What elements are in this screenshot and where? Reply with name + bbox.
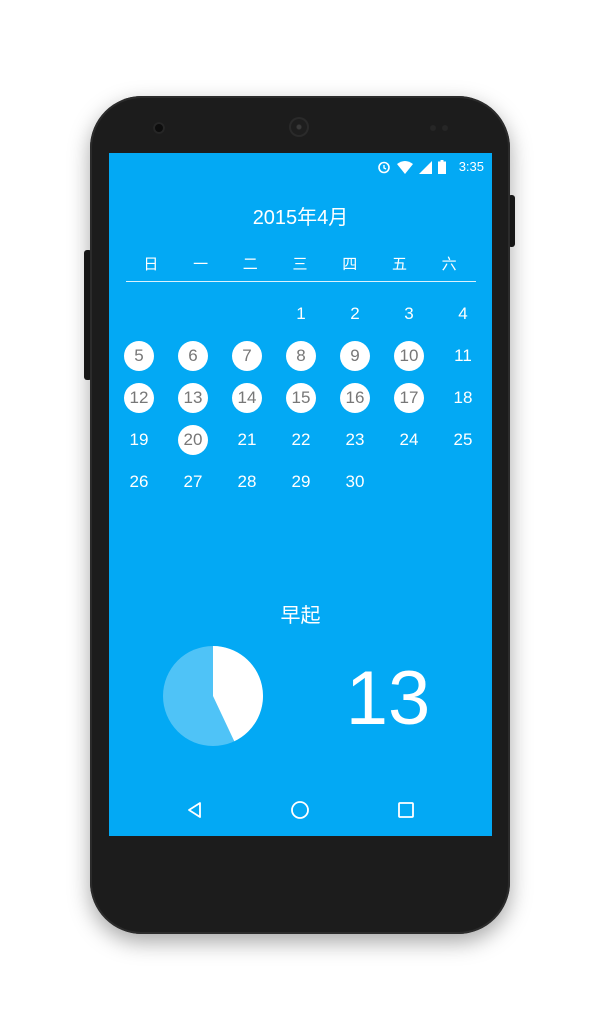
calendar-day[interactable]: 12 <box>112 377 166 419</box>
calendar-day-marked: 20 <box>178 425 208 455</box>
app-screen: 3:35 2015年4月 日 一 二 三 四 五 六 1 2 3 4 5 6 7 8 9 10 11… <box>109 153 492 836</box>
calendar-day-marked: 12 <box>124 383 154 413</box>
calendar-day-number: 22 <box>291 430 311 449</box>
calendar-day[interactable]: 6 <box>166 335 220 377</box>
calendar-grid: 1 2 3 4 5 6 7 8 9 10 11 12 13 14 15 16 17 18 19 20 21 22 23 24 2… <box>112 293 490 503</box>
calendar-day[interactable]: 16 <box>328 377 382 419</box>
calendar-day[interactable]: 29 <box>274 461 328 503</box>
recents-icon[interactable] <box>393 798 419 822</box>
calendar-day-marked: 14 <box>232 383 262 413</box>
calendar-day-number: 2 <box>350 304 360 323</box>
calendar-day[interactable]: 11 <box>436 335 490 377</box>
home-icon[interactable] <box>287 798 313 822</box>
calendar-day[interactable]: 23 <box>328 419 382 461</box>
calendar-day[interactable]: 22 <box>274 419 328 461</box>
calendar-day-marked: 8 <box>286 341 316 371</box>
back-icon[interactable] <box>182 798 208 822</box>
calendar-empty-cell <box>166 293 220 335</box>
calendar-day[interactable]: 15 <box>274 377 328 419</box>
stat-title: 早起 <box>280 603 321 627</box>
stat-count: 13 <box>345 656 431 741</box>
calendar-day[interactable]: 1 <box>274 293 328 335</box>
calendar-day-number: 23 <box>345 430 365 449</box>
calendar-empty-cell <box>112 293 166 335</box>
alarm-icon <box>377 160 391 174</box>
front-camera <box>153 122 165 134</box>
weekday-wed: 三 <box>292 255 308 273</box>
weekday-sat: 六 <box>441 255 457 273</box>
calendar-day[interactable]: 10 <box>382 335 436 377</box>
weekday-divider <box>126 281 476 282</box>
calendar-day[interactable]: 20 <box>166 419 220 461</box>
calendar-day-number: 1 <box>296 304 306 323</box>
calendar-day[interactable]: 19 <box>112 419 166 461</box>
calendar-day-number: 4 <box>458 304 468 323</box>
calendar-day[interactable]: 9 <box>328 335 382 377</box>
weekday-fri: 五 <box>391 255 407 273</box>
calendar-day-marked: 17 <box>394 383 424 413</box>
calendar-day-number: 28 <box>237 472 257 491</box>
status-bar: 3:35 <box>109 153 492 183</box>
calendar-day-number: 18 <box>453 388 473 407</box>
calendar-day[interactable]: 2 <box>328 293 382 335</box>
calendar-day-marked: 15 <box>286 383 316 413</box>
calendar-day[interactable]: 17 <box>382 377 436 419</box>
calendar-day-number: 19 <box>129 430 149 449</box>
weekday-header: 日 一 二 三 四 五 六 <box>126 253 474 274</box>
calendar-day-marked: 6 <box>178 341 208 371</box>
calendar-day-number: 30 <box>345 472 365 491</box>
calendar-title: 2015年4月 <box>252 207 349 229</box>
calendar-day[interactable]: 26 <box>112 461 166 503</box>
calendar-day[interactable]: 28 <box>220 461 274 503</box>
weekday-thu: 四 <box>342 255 358 273</box>
calendar-day-number: 29 <box>291 472 311 491</box>
earpiece-speaker <box>289 117 309 137</box>
calendar-day-marked: 16 <box>340 383 370 413</box>
calendar-day[interactable]: 25 <box>436 419 490 461</box>
calendar-day[interactable]: 21 <box>220 419 274 461</box>
battery-icon <box>438 160 446 174</box>
calendar-day[interactable]: 3 <box>382 293 436 335</box>
calendar-day-number: 27 <box>183 472 203 491</box>
calendar-day[interactable]: 7 <box>220 335 274 377</box>
wifi-icon <box>397 160 413 174</box>
weekday-sun: 日 <box>143 255 159 273</box>
calendar-day-number: 24 <box>399 430 419 449</box>
progress-pie <box>163 646 263 746</box>
status-time: 3:35 <box>458 159 484 174</box>
calendar-day-marked: 7 <box>232 341 262 371</box>
signal-icon <box>419 160 432 174</box>
status-icons <box>377 159 446 175</box>
calendar-day-marked: 9 <box>340 341 370 371</box>
proximity-sensor <box>430 125 436 131</box>
calendar-day-number: 3 <box>404 304 414 323</box>
calendar-day-number: 26 <box>129 472 149 491</box>
calendar-day[interactable]: 5 <box>112 335 166 377</box>
calendar-day[interactable]: 8 <box>274 335 328 377</box>
weekday-tue: 二 <box>242 255 258 273</box>
calendar-empty-cell <box>220 293 274 335</box>
calendar-day-number: 25 <box>453 430 473 449</box>
calendar-day[interactable]: 13 <box>166 377 220 419</box>
calendar-day[interactable]: 24 <box>382 419 436 461</box>
calendar-day[interactable]: 30 <box>328 461 382 503</box>
calendar-day-number: 11 <box>454 346 472 365</box>
calendar-day-marked: 5 <box>124 341 154 371</box>
weekday-mon: 一 <box>193 255 209 273</box>
calendar-day[interactable]: 27 <box>166 461 220 503</box>
calendar-day[interactable]: 4 <box>436 293 490 335</box>
calendar-day-number: 21 <box>237 430 257 449</box>
nav-bar <box>109 784 492 836</box>
calendar-day-marked: 10 <box>394 341 424 371</box>
calendar-day-marked: 13 <box>178 383 208 413</box>
calendar-day[interactable]: 14 <box>220 377 274 419</box>
calendar-day[interactable]: 18 <box>436 377 490 419</box>
light-sensor <box>442 125 448 131</box>
